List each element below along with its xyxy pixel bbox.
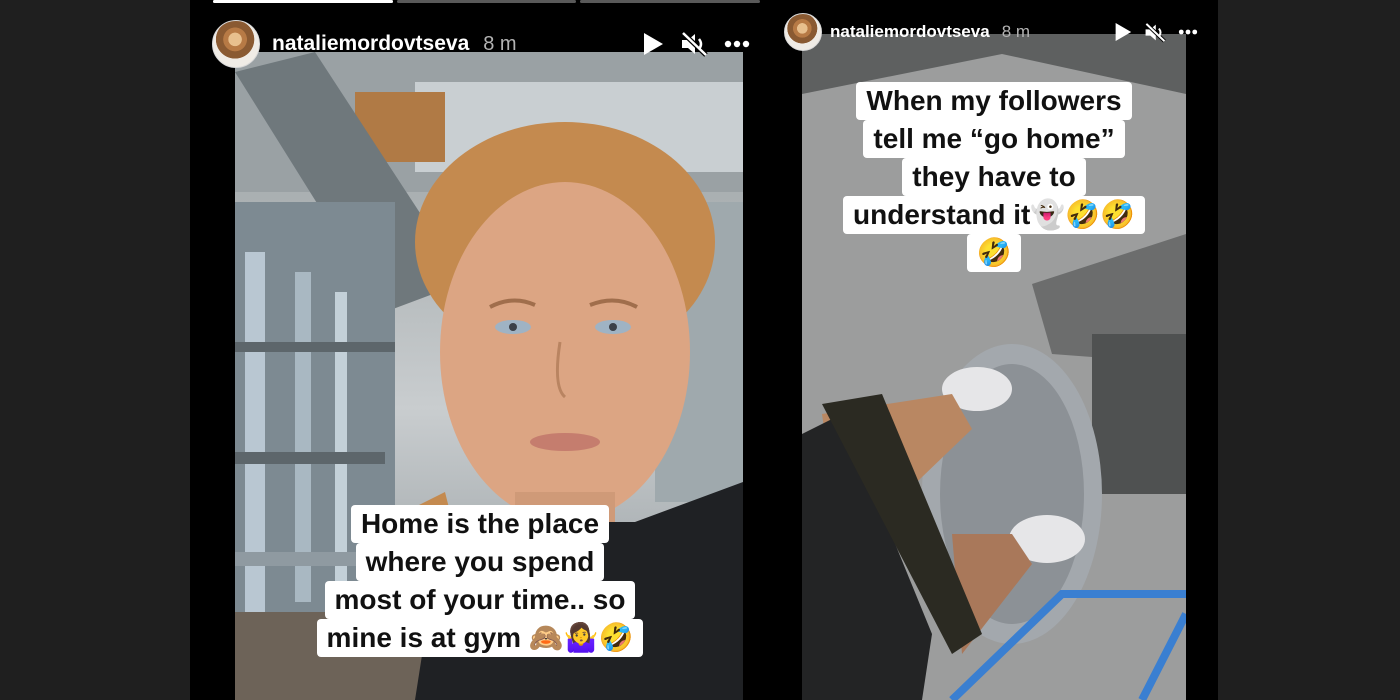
- story-caption: Home is the place where you spend most o…: [190, 505, 770, 657]
- username[interactable]: nataliemordovtseva: [272, 32, 469, 56]
- mute-icon[interactable]: [680, 31, 708, 57]
- story-controls: [1114, 21, 1198, 43]
- post-time: 8 m: [1001, 22, 1031, 41]
- story-header: nataliemordovtseva 8 m: [212, 20, 750, 68]
- story-caption: When my followers tell me “go home” they…: [770, 82, 1218, 272]
- story-left[interactable]: nataliemordovtseva 8 m Home is the place…: [190, 0, 770, 700]
- story-right[interactable]: nataliemordovtseva 8 m When my followers…: [770, 0, 1218, 700]
- caption-line: understand it👻🤣🤣: [843, 196, 1145, 234]
- caption-line: When my followers: [856, 82, 1132, 120]
- caption-line: where you spend: [355, 543, 605, 581]
- avatar[interactable]: [784, 13, 822, 51]
- progress-bar: [580, 0, 761, 3]
- story-header: nataliemordovtseva 8 m: [784, 8, 1198, 56]
- mute-icon[interactable]: [1144, 21, 1166, 43]
- play-icon[interactable]: [1114, 22, 1132, 42]
- caption-line: Home is the place: [350, 505, 610, 543]
- caption-line: most of your time.. so: [324, 581, 636, 619]
- caption-line: mine is at gym 🙈🤷‍♀️🤣: [316, 619, 644, 657]
- avatar[interactable]: [212, 20, 260, 68]
- more-icon[interactable]: [1178, 29, 1198, 35]
- progress-bar: [213, 0, 393, 3]
- post-time: 8 m: [483, 32, 517, 55]
- caption-line: 🤣: [966, 234, 1022, 272]
- progress-bar: [396, 0, 577, 3]
- play-icon[interactable]: [642, 32, 664, 56]
- caption-line: they have to: [902, 158, 1086, 196]
- username[interactable]: nataliemordovtseva: [830, 22, 990, 42]
- story-controls: [642, 31, 750, 57]
- story-progress-bars: [213, 0, 761, 3]
- caption-line: tell me “go home”: [863, 120, 1125, 158]
- more-icon[interactable]: [724, 40, 750, 48]
